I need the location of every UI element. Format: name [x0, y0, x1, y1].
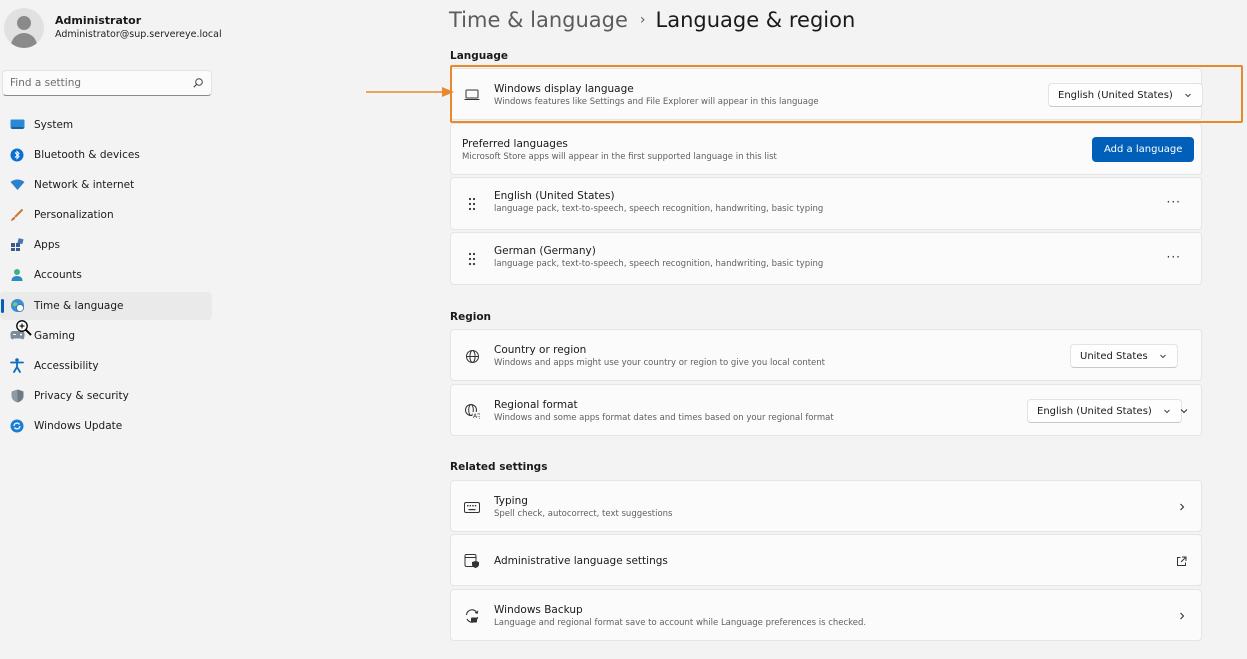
keyboard-icon: [463, 498, 481, 516]
regional-format-icon: A字: [463, 402, 481, 420]
language-features: language pack, text-to-speech, speech re…: [494, 204, 824, 214]
language-name: English (United States): [494, 190, 615, 202]
regional-format-card: A字 Regional format Windows and some apps…: [450, 384, 1202, 436]
breadcrumb-separator: ›: [639, 12, 646, 28]
globe-icon: [463, 347, 481, 365]
chevron-down-icon: [1159, 354, 1166, 359]
language-item-english[interactable]: English (United States) language pack, t…: [450, 177, 1202, 230]
dropdown-value: English (United States): [1037, 405, 1152, 417]
search-icon: [193, 78, 203, 88]
backup-icon: [463, 607, 481, 625]
sidebar-item-label: Apps: [34, 239, 60, 252]
sidebar-item-label: Windows Update: [34, 419, 123, 432]
accessibility-icon: [9, 358, 25, 374]
regional-format-title: Regional format: [494, 399, 578, 411]
expand-chevron-icon[interactable]: [1179, 406, 1189, 416]
shield-icon: [9, 388, 25, 404]
section-title-region: Region: [450, 311, 492, 323]
sidebar-nav: System Bluetooth & devices Network & int…: [0, 111, 212, 442]
country-subtitle: Windows and apps might use your country …: [494, 358, 826, 368]
apps-icon: [9, 237, 25, 253]
sidebar-item-privacy[interactable]: Privacy & security: [0, 382, 212, 410]
more-options-icon[interactable]: ···: [1167, 195, 1181, 209]
chevron-right-icon: [1180, 503, 1185, 511]
sidebar-item-label: Personalization: [34, 209, 114, 222]
sidebar-item-label: Accessibility: [34, 359, 99, 372]
admin-settings-icon: [463, 552, 481, 570]
system-icon: [9, 117, 25, 133]
sidebar-item-system[interactable]: System: [0, 111, 212, 139]
zoom-cursor-icon: [16, 320, 32, 336]
regional-format-dropdown[interactable]: English (United States): [1027, 399, 1182, 423]
search-placeholder: Find a setting: [10, 77, 82, 89]
external-link-icon: [1177, 556, 1187, 566]
globe-clock-icon: [9, 298, 25, 314]
dropdown-value: United States: [1080, 350, 1148, 362]
windows-backup-title: Windows Backup: [494, 604, 583, 616]
preferred-languages-title: Preferred languages: [462, 138, 568, 150]
arrow-annotation-icon: [366, 87, 454, 97]
breadcrumb: Time & language › Language & region: [449, 8, 855, 32]
section-title-language: Language: [450, 50, 508, 62]
typing-card[interactable]: Typing Spell check, autocorrect, text su…: [450, 480, 1202, 532]
country-title: Country or region: [494, 344, 587, 356]
wifi-icon: [9, 177, 25, 193]
profile-name: Administrator: [55, 14, 142, 27]
preferred-languages-card: Preferred languages Microsoft Store apps…: [450, 123, 1202, 175]
chevron-right-icon: [1180, 612, 1185, 620]
bluetooth-icon: [9, 147, 25, 163]
sidebar-item-accounts[interactable]: Accounts: [0, 261, 212, 289]
avatar: [4, 8, 44, 48]
update-icon: [9, 418, 25, 434]
country-or-region-card: Country or region Windows and apps might…: [450, 329, 1202, 381]
regional-format-subtitle: Windows and some apps format dates and t…: [494, 413, 834, 423]
language-name: German (Germany): [494, 245, 596, 257]
typing-title: Typing: [494, 495, 528, 507]
language-item-german[interactable]: German (Germany) language pack, text-to-…: [450, 232, 1202, 285]
windows-backup-subtitle: Language and regional format save to acc…: [494, 618, 867, 628]
breadcrumb-parent[interactable]: Time & language: [449, 8, 628, 32]
sidebar-item-label: System: [34, 119, 74, 131]
sidebar-item-apps[interactable]: Apps: [0, 231, 212, 259]
sidebar-item-time-language[interactable]: Time & language: [0, 291, 212, 320]
brush-icon: [9, 207, 25, 223]
more-options-icon[interactable]: ···: [1167, 250, 1181, 264]
user-profile[interactable]: Administrator Administrator@sup.serverey…: [4, 8, 222, 48]
section-title-related: Related settings: [450, 461, 548, 473]
sidebar-item-personalization[interactable]: Personalization: [0, 201, 212, 229]
language-features: language pack, text-to-speech, speech re…: [494, 259, 824, 269]
sidebar-item-label: Time & language: [34, 299, 124, 312]
sidebar-item-network[interactable]: Network & internet: [0, 171, 212, 199]
administrative-language-settings-card[interactable]: Administrative language settings: [450, 534, 1202, 586]
drag-handle-icon[interactable]: [463, 250, 481, 268]
chevron-down-icon: [1163, 409, 1170, 414]
svg-text:A字: A字: [473, 412, 480, 419]
search-input[interactable]: Find a setting: [2, 70, 212, 96]
sidebar-item-bluetooth[interactable]: Bluetooth & devices: [0, 141, 212, 169]
drag-handle-icon[interactable]: [463, 195, 481, 213]
page-title: Language & region: [655, 8, 856, 32]
sidebar-item-label: Gaming: [34, 329, 76, 342]
windows-backup-card[interactable]: Windows Backup Language and regional for…: [450, 589, 1202, 641]
sidebar-item-label: Bluetooth & devices: [34, 149, 140, 162]
sidebar-item-label: Network & internet: [34, 179, 135, 192]
highlight-box: [450, 65, 1243, 123]
person-icon: [9, 267, 25, 283]
sidebar-item-label: Privacy & security: [34, 389, 129, 402]
admin-settings-title: Administrative language settings: [494, 555, 668, 567]
sidebar-item-accessibility[interactable]: Accessibility: [0, 352, 212, 380]
sidebar-item-windows-update[interactable]: Windows Update: [0, 412, 212, 440]
country-dropdown[interactable]: United States: [1070, 344, 1178, 368]
profile-email: Administrator@sup.servereye.local: [55, 29, 222, 40]
typing-subtitle: Spell check, autocorrect, text suggestio…: [494, 509, 673, 519]
sidebar-item-label: Accounts: [34, 269, 82, 282]
add-a-language-button[interactable]: Add a language: [1092, 137, 1195, 162]
preferred-languages-subtitle: Microsoft Store apps will appear in the …: [462, 152, 777, 162]
